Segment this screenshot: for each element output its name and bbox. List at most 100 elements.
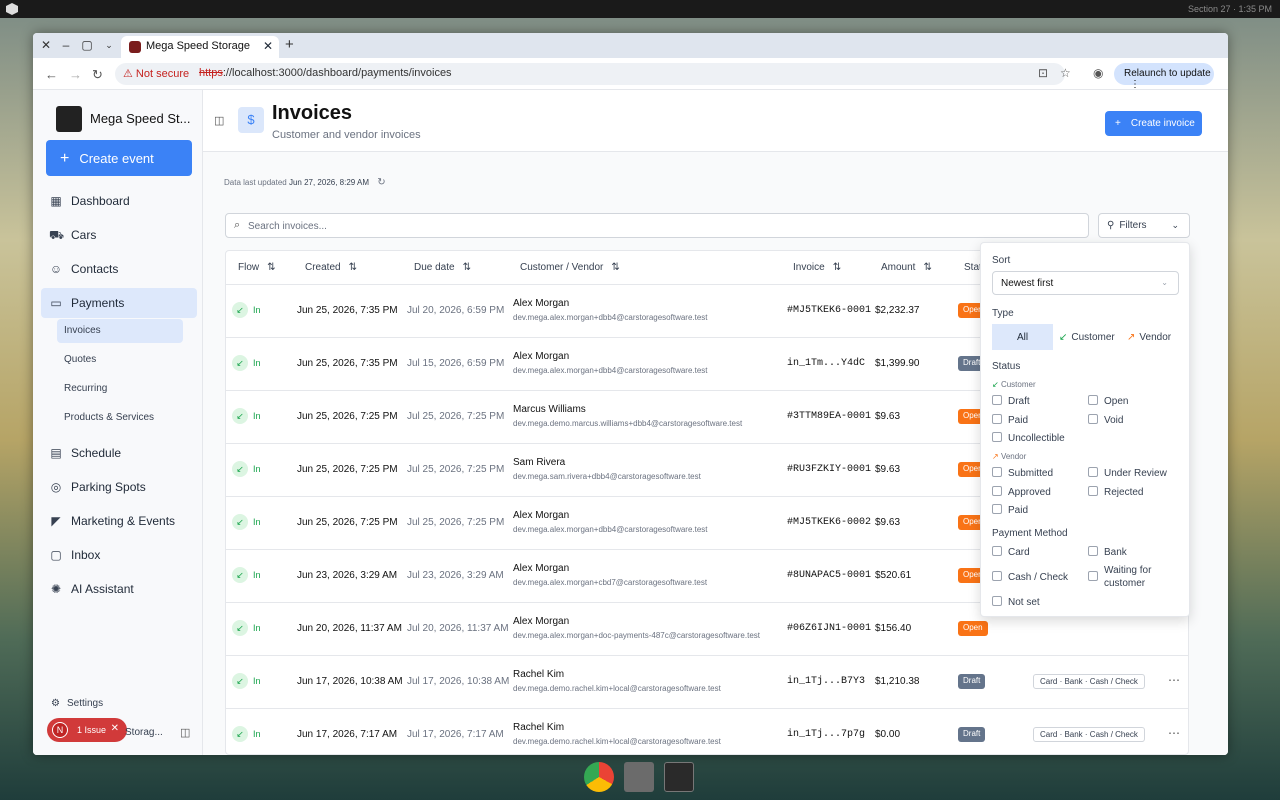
col-due-date[interactable]: Due date ⇅ bbox=[414, 262, 471, 273]
col-invoice[interactable]: Invoice ⇅ bbox=[793, 262, 841, 273]
brand[interactable]: Mega Speed St... bbox=[56, 106, 206, 132]
chrome-icon[interactable] bbox=[584, 762, 614, 792]
settings-link[interactable]: ⚙ Settings bbox=[51, 698, 103, 709]
forward-icon[interactable]: → bbox=[69, 67, 82, 82]
close-tab-icon[interactable]: ✕ bbox=[263, 39, 273, 53]
profile-icon[interactable]: ◉ bbox=[1093, 66, 1103, 80]
status-vendor-paid-checkbox[interactable]: Paid bbox=[992, 504, 1028, 516]
issue-badge[interactable]: N 1 Issue ✕ bbox=[47, 718, 127, 742]
status-open-checkbox[interactable]: Open bbox=[1088, 395, 1128, 407]
sidebar-subitem-recurring[interactable]: Recurring bbox=[57, 377, 183, 401]
sidebar-subitem-quotes[interactable]: Quotes bbox=[57, 348, 183, 372]
payment-cash-check-checkbox[interactable]: Cash / Check bbox=[992, 571, 1068, 583]
sidebar-item-payments[interactable]: ▭ Payments bbox=[41, 288, 197, 318]
flow-label: In bbox=[253, 623, 261, 633]
sidebar-item-cars[interactable]: ⛟ Cars bbox=[41, 220, 197, 250]
customer-email: dev.mega.alex.morgan+dbb4@carstoragesoft… bbox=[513, 313, 708, 322]
sidebar-item-schedule[interactable]: ▤ Schedule bbox=[41, 438, 197, 468]
invoice-page-icon: $ bbox=[238, 107, 264, 133]
terminal-icon[interactable] bbox=[664, 762, 694, 792]
invoice-amount: $156.40 bbox=[875, 623, 912, 634]
status-uncollectible-checkbox[interactable]: Uncollectible bbox=[992, 432, 1065, 444]
more-menu-icon[interactable]: ⋮ bbox=[1130, 79, 1140, 90]
outgoing-arrow-icon: ↗ bbox=[1127, 332, 1136, 343]
sort-icon[interactable]: ⇅ bbox=[267, 262, 275, 273]
close-issue-icon[interactable]: ✕ bbox=[111, 723, 119, 734]
payment-waiting-checkbox[interactable]: Waiting for customer bbox=[1088, 564, 1183, 590]
flow-label: In bbox=[253, 358, 261, 368]
incoming-arrow-icon: ↙ bbox=[232, 461, 248, 477]
sort-icon[interactable]: ⇅ bbox=[611, 262, 619, 273]
status-rejected-checkbox[interactable]: Rejected bbox=[1088, 486, 1143, 498]
create-invoice-button[interactable]: + Create invoice bbox=[1105, 111, 1202, 136]
payment-not-set-checkbox[interactable]: Not set bbox=[992, 596, 1040, 608]
checkbox-label: Not set bbox=[1008, 597, 1040, 608]
sort-icon[interactable]: ⇅ bbox=[349, 262, 357, 273]
checkbox-label: Uncollectible bbox=[1008, 433, 1065, 444]
close-window-icon[interactable]: ✕ bbox=[39, 38, 53, 52]
customer-name: Sam Rivera bbox=[513, 457, 566, 468]
row-more-icon[interactable]: ⋯ bbox=[1168, 726, 1180, 740]
status-void-checkbox[interactable]: Void bbox=[1088, 414, 1123, 426]
create-event-button[interactable]: + Create event bbox=[46, 140, 192, 176]
search-input[interactable] bbox=[248, 218, 1078, 234]
minimize-window-icon[interactable]: – bbox=[59, 38, 73, 52]
payment-bank-checkbox[interactable]: Bank bbox=[1088, 546, 1127, 558]
table-row[interactable]: ↙ In Jun 17, 2026, 7:17 AM Jul 17, 2026, … bbox=[226, 709, 1188, 754]
outgoing-arrow-icon: ↗ bbox=[992, 452, 999, 461]
sidebar-item-contacts[interactable]: ☺ Contacts bbox=[41, 254, 197, 284]
status-under-review-checkbox[interactable]: Under Review bbox=[1088, 467, 1167, 479]
sidebar-item-ai-assistant[interactable]: ✺ AI Assistant bbox=[41, 574, 197, 604]
account-name[interactable]: Storag... bbox=[125, 727, 163, 738]
os-logo-icon[interactable] bbox=[6, 3, 18, 15]
col-customer-vendor[interactable]: Customer / Vendor ⇅ bbox=[520, 262, 620, 273]
back-icon[interactable]: ← bbox=[45, 67, 58, 82]
app-icon[interactable] bbox=[624, 762, 654, 792]
bookmark-star-icon[interactable]: ☆ bbox=[1060, 66, 1071, 80]
col-created-label: Created bbox=[305, 262, 341, 273]
col-created[interactable]: Created ⇅ bbox=[305, 262, 357, 273]
sort-select[interactable]: Newest first ⌄ bbox=[992, 271, 1179, 295]
collapse-sidebar-icon[interactable]: ◫ bbox=[180, 726, 190, 739]
status-approved-checkbox[interactable]: Approved bbox=[992, 486, 1051, 498]
col-flow[interactable]: Flow ⇅ bbox=[238, 262, 276, 273]
type-vendor-option[interactable]: ↗ Vendor bbox=[1121, 324, 1179, 350]
checkbox-label: Rejected bbox=[1104, 487, 1144, 498]
sort-icon[interactable]: ⇅ bbox=[923, 262, 931, 273]
sort-icon[interactable]: ⇅ bbox=[463, 262, 471, 273]
sidebar-subitem-invoices[interactable]: Invoices bbox=[57, 319, 183, 343]
row-more-icon[interactable]: ⋯ bbox=[1168, 673, 1180, 687]
status-draft-checkbox[interactable]: Draft bbox=[992, 395, 1030, 407]
payment-card-checkbox[interactable]: Card bbox=[992, 546, 1030, 558]
toggle-sidebar-icon[interactable]: ◫ bbox=[214, 114, 224, 127]
sidebar-item-marketing-events[interactable]: ◤ Marketing & Events bbox=[41, 506, 197, 536]
filters-button[interactable]: ⚲ Filters ⌄ bbox=[1098, 213, 1190, 238]
reload-icon[interactable]: ↻ bbox=[92, 67, 103, 83]
filter-icon: ⚲ bbox=[1107, 220, 1115, 231]
install-app-icon[interactable]: ⊡ bbox=[1038, 66, 1048, 80]
last-updated-label: Data last updated bbox=[224, 178, 287, 187]
sidebar-subitem-products-services[interactable]: Products & Services bbox=[57, 406, 183, 430]
type-customer-option[interactable]: ↙ Customer bbox=[1053, 324, 1119, 350]
sort-icon[interactable]: ⇅ bbox=[833, 262, 841, 273]
url-field[interactable]: ⚠ Not secure https://localhost:3000/dash… bbox=[115, 63, 1065, 85]
refresh-icon[interactable]: ↻ bbox=[377, 177, 385, 188]
payment-methods-badge: Card · Bank · Cash / Check bbox=[1033, 674, 1145, 689]
status-submitted-checkbox[interactable]: Submitted bbox=[992, 467, 1053, 479]
invoice-amount: $2,232.37 bbox=[875, 305, 920, 316]
browser-tab[interactable]: Mega Speed Storage ✕ bbox=[121, 36, 279, 58]
sidebar-item-parking-spots[interactable]: ◎ Parking Spots bbox=[41, 472, 197, 502]
not-secure-badge[interactable]: ⚠ Not secure bbox=[123, 67, 189, 80]
plus-icon: + bbox=[60, 150, 70, 167]
maximize-window-icon[interactable]: ▢ bbox=[80, 38, 94, 52]
grid-icon: ▦ bbox=[50, 194, 62, 208]
tab-search-icon[interactable]: ⌄ bbox=[102, 40, 116, 51]
table-row[interactable]: ↙ In Jun 17, 2026, 10:38 AM Jul 17, 2026,… bbox=[226, 656, 1188, 709]
sidebar-item-dashboard[interactable]: ▦ Dashboard bbox=[41, 186, 197, 216]
relaunch-button[interactable]: Relaunch to update ⋮ bbox=[1114, 63, 1214, 90]
col-amount[interactable]: Amount ⇅ bbox=[881, 262, 932, 273]
new-tab-icon[interactable]: + bbox=[285, 36, 294, 53]
type-all-option[interactable]: All bbox=[992, 324, 1053, 350]
status-paid-checkbox[interactable]: Paid bbox=[992, 414, 1028, 426]
sidebar-item-inbox[interactable]: ▢ Inbox bbox=[41, 540, 197, 570]
